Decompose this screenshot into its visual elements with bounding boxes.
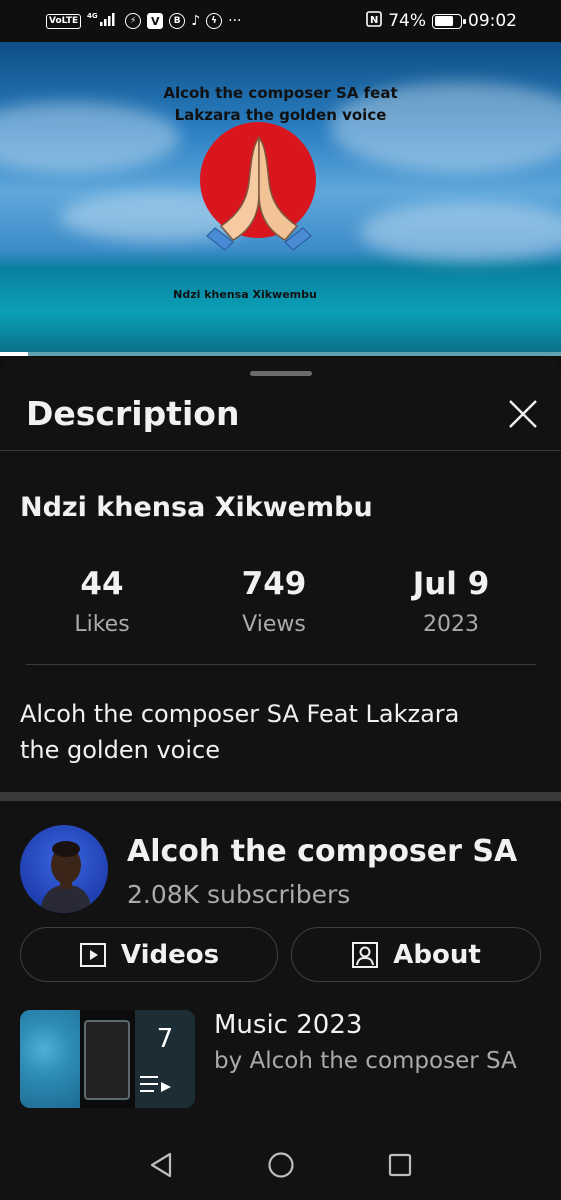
system-navigation-bar <box>0 1130 561 1200</box>
nfc-icon: N <box>366 11 383 31</box>
messenger-icon: ϟ <box>206 13 223 29</box>
sheet-drag-handle[interactable] <box>250 371 312 376</box>
battery-percent: 74% <box>388 11 426 31</box>
channel-avatar[interactable] <box>20 825 108 913</box>
divider <box>0 450 561 451</box>
clock: 09:02 <box>468 11 517 31</box>
praying-hands-icon <box>200 122 316 251</box>
status-bar: VoLTE 4G ⚡ V B ♪ ϟ ··· N 74% 09:02 <box>0 0 561 42</box>
about-button[interactable]: About <box>291 927 541 982</box>
close-icon <box>509 400 537 428</box>
recents-button[interactable] <box>385 1150 415 1180</box>
playlist-byline: by Alcoh the composer SA <box>214 1048 517 1074</box>
b-app-icon: B <box>169 13 186 29</box>
description-line: the golden voice <box>20 736 220 764</box>
volte-icon: VoLTE <box>46 13 82 29</box>
vpn-v-icon: V <box>147 13 164 29</box>
battery-level <box>434 16 453 26</box>
subscriber-count: 2.08K subscribers <box>127 880 351 909</box>
video-progress-fill <box>0 352 29 356</box>
svg-text:N: N <box>370 15 378 26</box>
status-left-icons: VoLTE 4G ⚡ V B ♪ ϟ ··· <box>46 11 242 31</box>
playlist-queue-icon <box>140 1076 171 1092</box>
upload-date: Jul 9 <box>412 566 490 602</box>
playlist-video-count: 7 <box>156 1024 174 1054</box>
stat-likes: 44 Likes <box>32 566 172 637</box>
battery-icon <box>432 13 466 29</box>
video-title: Ndzi khensa Xikwembu <box>20 492 373 523</box>
likes-label: Likes <box>74 612 130 637</box>
about-label: About <box>393 939 481 970</box>
description-text: Alcoh the composer SA Feat Lakzara the g… <box>20 696 540 768</box>
playlist-title[interactable]: Music 2023 <box>214 1010 362 1040</box>
home-button[interactable] <box>266 1150 296 1180</box>
description-line: Alcoh the composer SA Feat Lakzara <box>20 700 460 728</box>
person-photo-icon <box>40 841 92 913</box>
thumbnail-image <box>20 1010 80 1108</box>
recents-square-icon <box>388 1153 412 1177</box>
views-label: Views <box>242 612 306 637</box>
video-overlay-title-line1: Alcoh the composer SA feat <box>163 84 398 102</box>
video-play-icon <box>79 942 106 967</box>
sheet-title: Description <box>26 394 240 433</box>
phone-image <box>84 1020 130 1100</box>
svg-text:4G: 4G <box>87 12 98 20</box>
back-triangle-icon <box>150 1152 172 1178</box>
video-overlay-title: Alcoh the composer SA feat Lakzara the g… <box>0 82 561 126</box>
video-overlay-subtitle: Ndzi khensa Xikwembu <box>173 288 317 301</box>
power-saver-icon: ⚡ <box>125 13 142 29</box>
views-count: 749 <box>241 566 307 602</box>
playlist-thumbnail[interactable]: 7 <box>20 1010 195 1108</box>
video-progress-bar[interactable] <box>0 352 561 356</box>
stat-views: 749 Views <box>204 566 344 637</box>
tiktok-icon: ♪ <box>191 13 201 29</box>
home-circle-icon <box>268 1152 294 1178</box>
section-divider <box>0 792 561 801</box>
cloud-shape <box>360 202 561 262</box>
description-sheet: Description Ndzi khensa Xikwembu 44 Like… <box>0 358 561 1130</box>
more-notifications-icon: ··· <box>228 13 242 29</box>
videos-label: Videos <box>120 939 220 970</box>
channel-name[interactable]: Alcoh the composer SA <box>127 834 517 869</box>
divider <box>26 664 536 665</box>
status-right-icons: N 74% 09:02 <box>366 11 517 31</box>
likes-count: 44 <box>80 566 124 602</box>
upload-year: 2023 <box>423 612 479 637</box>
videos-button[interactable]: Videos <box>20 927 278 982</box>
stat-date: Jul 9 2023 <box>381 566 521 637</box>
signal-icon: 4G <box>87 11 119 31</box>
video-player[interactable]: Alcoh the composer SA feat Lakzara the g… <box>0 42 561 356</box>
close-button[interactable] <box>503 394 543 434</box>
person-icon <box>352 941 379 968</box>
back-button[interactable] <box>146 1150 176 1180</box>
